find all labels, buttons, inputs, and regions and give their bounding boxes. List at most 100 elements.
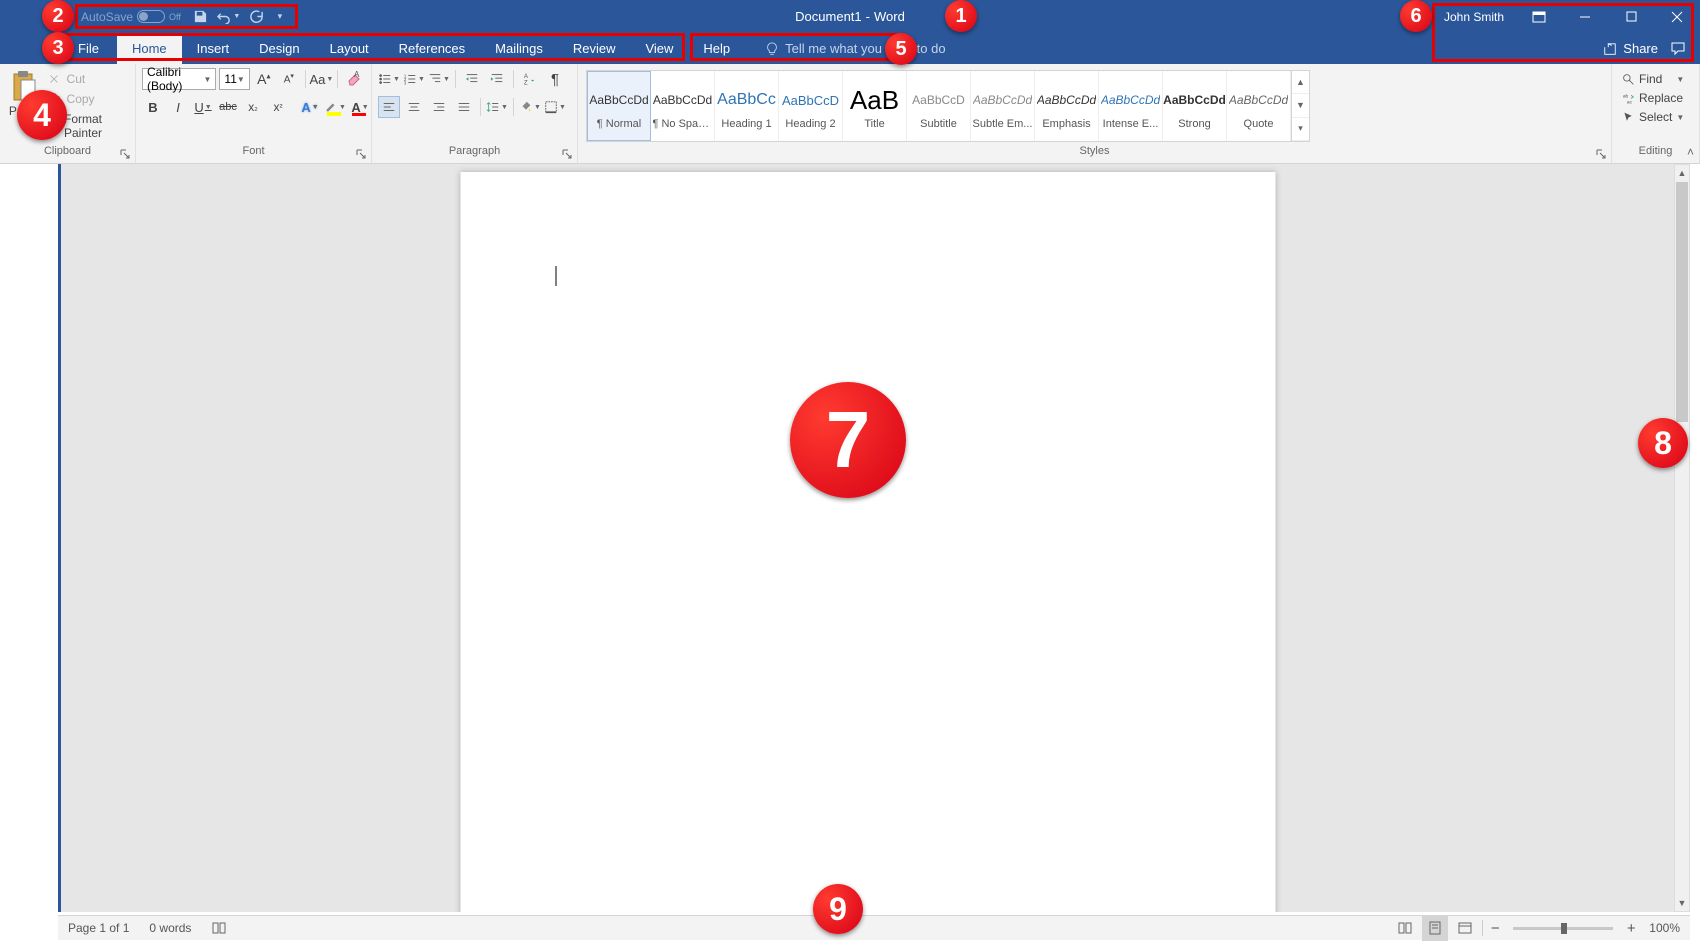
font-color-button[interactable]: A▼ bbox=[349, 96, 371, 118]
customize-qat-button[interactable]: ▾ bbox=[271, 0, 289, 33]
style-heading-1[interactable]: AaBbCcHeading 1 bbox=[715, 71, 779, 141]
strikethrough-button[interactable]: abc bbox=[217, 96, 239, 118]
comments-button[interactable] bbox=[1670, 41, 1686, 57]
align-left-button[interactable] bbox=[378, 96, 400, 118]
style-subtle-em---[interactable]: AaBbCcDdSubtle Em... bbox=[971, 71, 1035, 141]
increase-indent-button[interactable] bbox=[486, 68, 508, 90]
chevron-down-icon: ▼ bbox=[443, 76, 450, 83]
styles-launcher[interactable] bbox=[1594, 147, 1608, 161]
styles-down[interactable]: ▼ bbox=[1292, 94, 1309, 117]
font-size-combo[interactable]: 11▼ bbox=[219, 68, 249, 90]
grow-font-button[interactable]: A▴ bbox=[253, 68, 275, 90]
print-layout-button[interactable] bbox=[1422, 916, 1448, 941]
font-color-swatch bbox=[352, 113, 366, 116]
tab-layout[interactable]: Layout bbox=[315, 33, 384, 64]
tab-references[interactable]: References bbox=[384, 33, 480, 64]
borders-button[interactable]: ▼ bbox=[544, 96, 566, 118]
style-name: Quote bbox=[1244, 118, 1274, 130]
superscript-button[interactable]: x bbox=[267, 96, 289, 118]
style-title[interactable]: AaBTitle bbox=[843, 71, 907, 141]
ribbon-display-options-button[interactable] bbox=[1516, 0, 1562, 33]
save-button[interactable] bbox=[187, 0, 215, 33]
paragraph-group: ▼ 123▼ ▼ AZ ¶ ▼ bbox=[372, 64, 578, 163]
numbering-button[interactable]: 123▼ bbox=[403, 68, 425, 90]
styles-more[interactable]: ▾ bbox=[1292, 118, 1309, 141]
maximize-button[interactable] bbox=[1608, 0, 1654, 33]
share-button[interactable]: Share bbox=[1603, 41, 1658, 56]
bullets-button[interactable]: ▼ bbox=[378, 68, 400, 90]
zoom-in-button[interactable]: + bbox=[1623, 921, 1639, 936]
redo-button[interactable] bbox=[243, 0, 271, 33]
style---no-spac---[interactable]: AaBbCcDd¶ No Spac... bbox=[651, 71, 715, 141]
page-status[interactable]: Page 1 of 1 bbox=[58, 921, 139, 935]
style-strong[interactable]: AaBbCcDdStrong bbox=[1163, 71, 1227, 141]
shading-button[interactable]: ▼ bbox=[519, 96, 541, 118]
cut-button[interactable]: Cut bbox=[47, 72, 129, 86]
chevron-down-icon: ▾ bbox=[278, 11, 283, 22]
document-area[interactable] bbox=[58, 164, 1674, 912]
read-mode-button[interactable] bbox=[1392, 916, 1418, 941]
italic-button[interactable]: I bbox=[167, 96, 189, 118]
user-name[interactable]: John Smith bbox=[1432, 10, 1516, 24]
zoom-slider[interactable] bbox=[1513, 927, 1613, 930]
search-icon bbox=[1622, 73, 1635, 86]
undo-button[interactable]: ▼ bbox=[215, 0, 243, 33]
justify-button[interactable] bbox=[453, 96, 475, 118]
close-button[interactable] bbox=[1654, 0, 1700, 33]
zoom-level[interactable]: 100% bbox=[1649, 921, 1680, 935]
find-button[interactable]: Find▼ bbox=[1618, 72, 1688, 86]
style-subtitle[interactable]: AaBbCcDSubtitle bbox=[907, 71, 971, 141]
share-icon bbox=[1603, 42, 1617, 56]
change-case-button[interactable]: Aa▼ bbox=[310, 68, 332, 90]
tab-insert[interactable]: Insert bbox=[182, 33, 245, 64]
decrease-indent-button[interactable] bbox=[461, 68, 483, 90]
minimize-button[interactable] bbox=[1562, 0, 1608, 33]
autosave-toggle[interactable]: AutoSave Off bbox=[75, 10, 187, 24]
sort-button[interactable]: AZ bbox=[519, 68, 541, 90]
tell-me-search[interactable]: Tell me what you want to do bbox=[765, 33, 945, 64]
tab-mailings[interactable]: Mailings bbox=[480, 33, 558, 64]
font-name-combo[interactable]: Calibri (Body)▼ bbox=[142, 68, 216, 90]
bold-button[interactable]: B bbox=[142, 96, 164, 118]
style-intense-e---[interactable]: AaBbCcDdIntense E... bbox=[1099, 71, 1163, 141]
subscript-button[interactable]: x bbox=[242, 96, 264, 118]
zoom-out-button[interactable]: − bbox=[1487, 921, 1503, 936]
clear-formatting-button[interactable]: A bbox=[343, 68, 365, 90]
word-count[interactable]: 0 words bbox=[139, 921, 201, 935]
scroll-thumb[interactable] bbox=[1676, 182, 1688, 422]
highlight-button[interactable]: ▼ bbox=[324, 96, 346, 118]
show-hide-button[interactable]: ¶ bbox=[544, 68, 566, 90]
page[interactable] bbox=[460, 172, 1275, 912]
tab-design[interactable]: Design bbox=[244, 33, 314, 64]
replace-button[interactable]: abac Replace bbox=[1618, 91, 1688, 105]
tab-review[interactable]: Review bbox=[558, 33, 631, 64]
text-effects-button[interactable]: A▼ bbox=[299, 96, 321, 118]
styles-up[interactable]: ▲ bbox=[1292, 71, 1309, 94]
vertical-scrollbar[interactable]: ▲ ▼ bbox=[1674, 164, 1690, 912]
multilevel-list-button[interactable]: ▼ bbox=[428, 68, 450, 90]
select-button[interactable]: Select▼ bbox=[1618, 110, 1688, 124]
shrink-font-button[interactable]: A▾ bbox=[278, 68, 300, 90]
style-heading-2[interactable]: AaBbCcDHeading 2 bbox=[779, 71, 843, 141]
clipboard-launcher[interactable] bbox=[118, 147, 132, 161]
text-cursor bbox=[555, 266, 556, 286]
align-center-button[interactable] bbox=[403, 96, 425, 118]
underline-button[interactable]: U▼ bbox=[192, 96, 214, 118]
line-spacing-button[interactable]: ▼ bbox=[486, 96, 508, 118]
web-layout-button[interactable] bbox=[1452, 916, 1478, 941]
style-quote[interactable]: AaBbCcDdQuote bbox=[1227, 71, 1291, 141]
style-emphasis[interactable]: AaBbCcDdEmphasis bbox=[1035, 71, 1099, 141]
scroll-down-button[interactable]: ▼ bbox=[1675, 895, 1689, 911]
font-launcher[interactable] bbox=[354, 147, 368, 161]
tab-home[interactable]: Home bbox=[117, 33, 182, 64]
tab-view[interactable]: View bbox=[630, 33, 688, 64]
scroll-up-button[interactable]: ▲ bbox=[1675, 165, 1689, 181]
zoom-thumb[interactable] bbox=[1561, 923, 1567, 934]
style---normal[interactable]: AaBbCcDd¶ Normal bbox=[587, 71, 651, 141]
paragraph-launcher[interactable] bbox=[560, 147, 574, 161]
spell-check-button[interactable] bbox=[201, 921, 237, 935]
collapse-ribbon-button[interactable]: ˄ bbox=[1687, 145, 1694, 159]
tab-help[interactable]: Help bbox=[688, 33, 745, 64]
annotation-3: 3 bbox=[42, 32, 74, 64]
align-right-button[interactable] bbox=[428, 96, 450, 118]
